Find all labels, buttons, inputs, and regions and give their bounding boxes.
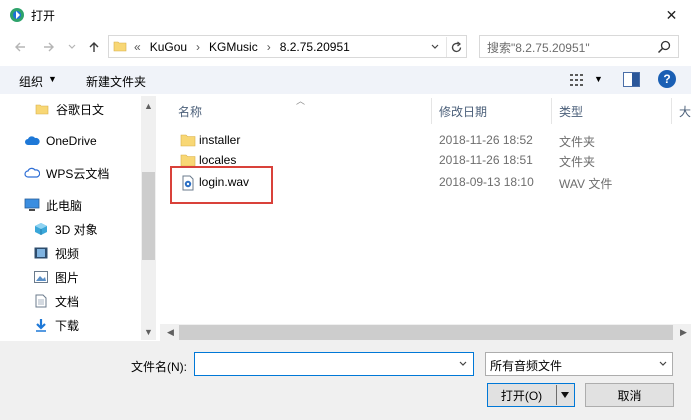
filename-label: 文件名(N): [131, 360, 187, 374]
scroll-left-icon[interactable]: ◀ [163, 324, 178, 341]
breadcrumb-kgmusic[interactable]: KGMusic [209, 40, 258, 54]
chevron-down-icon [431, 44, 439, 49]
scroll-right-icon[interactable]: ▶ [676, 324, 691, 341]
recent-locations-button[interactable] [62, 37, 82, 57]
file-row-installer[interactable]: installer 2018-11-26 18:52 文件夹 [170, 130, 691, 151]
filename-input[interactable] [194, 352, 474, 376]
breadcrumb-version[interactable]: 8.2.75.20951 [280, 40, 350, 54]
sort-ascending-icon: ︿ [296, 96, 306, 106]
nav-item-label: 文档 [55, 294, 80, 309]
nav-scrollbar-thumb[interactable] [142, 172, 155, 260]
nav-item-videos[interactable]: 视频 [33, 242, 79, 264]
nav-item-label: OneDrive [46, 134, 97, 148]
folder-icon [113, 39, 127, 53]
documents-icon [33, 293, 49, 309]
preview-pane-icon[interactable] [623, 72, 640, 87]
open-button[interactable]: 打开(O) [487, 383, 556, 407]
nav-item-this-pc[interactable]: 此电脑 [24, 194, 82, 216]
close-button[interactable]: ✕ [652, 0, 691, 30]
column-header-type[interactable]: 类型 [559, 103, 583, 120]
video-icon [33, 245, 49, 261]
cloud-icon [24, 133, 40, 149]
nav-scroll-down-icon[interactable]: ▼ [141, 323, 156, 340]
caret-down-icon [561, 392, 569, 398]
file-type-filter-value: 所有音频文件 [490, 359, 563, 373]
file-type: 文件夹 [559, 155, 596, 169]
organize-button[interactable]: 组织 [19, 73, 43, 90]
search-icon[interactable] [656, 39, 672, 55]
back-button[interactable] [10, 37, 30, 57]
nav-item-documents[interactable]: 文档 [33, 290, 79, 312]
download-icon [33, 317, 49, 333]
breadcrumb-separator[interactable]: › [267, 40, 271, 54]
wps-cloud-icon [24, 165, 40, 181]
organize-dropdown-icon[interactable]: ▼ [48, 74, 57, 84]
window-title: 打开 [31, 9, 56, 23]
column-divider[interactable] [431, 98, 432, 124]
folder-icon [34, 101, 50, 117]
file-type: WAV 文件 [559, 177, 613, 191]
file-modified: 2018-09-13 18:10 [439, 175, 534, 189]
folder-icon [180, 133, 196, 148]
app-icon [9, 7, 25, 23]
column-divider[interactable] [551, 98, 552, 124]
arrow-up-icon [89, 42, 99, 52]
file-type: 文件夹 [559, 135, 596, 149]
chevron-down-icon [459, 361, 467, 366]
open-split-divider [556, 385, 557, 405]
view-dropdown-icon[interactable]: ▼ [594, 74, 603, 84]
view-options-icon[interactable] [569, 73, 589, 87]
nav-item-wps-cloud[interactable]: WPS云文档 [24, 162, 109, 184]
arrow-left-icon [15, 42, 25, 52]
nav-item-downloads[interactable]: 下载 [33, 314, 79, 336]
nav-item-pictures[interactable]: 图片 [33, 266, 79, 288]
column-header-modified[interactable]: 修改日期 [439, 103, 487, 120]
file-modified: 2018-11-26 18:52 [439, 133, 533, 147]
help-button[interactable]: ? [658, 70, 676, 88]
address-dropdown-button[interactable] [428, 38, 442, 55]
breadcrumb-separator[interactable]: › [196, 40, 200, 54]
nav-item-onedrive[interactable]: OneDrive [24, 130, 97, 152]
search-placeholder: 搜索"8.2.75.20951" [487, 41, 590, 55]
annotation-highlight-box [170, 166, 273, 204]
nav-item-label: 谷歌日文 [56, 102, 105, 117]
column-header-name[interactable]: 名称 [178, 103, 202, 120]
up-button[interactable] [84, 37, 104, 57]
title-bar [0, 0, 691, 30]
nav-item-label: 视频 [55, 246, 80, 261]
chevron-down-icon [68, 44, 76, 49]
close-icon: ✕ [665, 6, 678, 23]
nav-item-label: 图片 [55, 270, 80, 285]
arrow-right-icon [44, 42, 54, 52]
file-name: locales [199, 153, 237, 167]
refresh-icon [451, 41, 462, 52]
file-name: installer [199, 133, 241, 147]
chevron-down-icon [659, 361, 667, 366]
new-folder-button[interactable]: 新建文件夹 [86, 73, 146, 90]
horizontal-scrollbar-thumb[interactable] [179, 325, 673, 340]
column-divider[interactable] [671, 98, 672, 124]
filter-dropdown-button[interactable] [656, 357, 670, 371]
open-options-button[interactable] [558, 389, 572, 401]
nav-item-label: 3D 对象 [55, 222, 98, 237]
nav-item-google-japanese[interactable]: 谷歌日文 [34, 98, 104, 120]
nav-item-label: 此电脑 [46, 198, 83, 213]
forward-button[interactable] [39, 37, 59, 57]
breadcrumb: « KuGou › KGMusic › 8.2.75.20951 [134, 39, 350, 55]
cancel-button[interactable]: 取消 [585, 383, 674, 407]
nav-item-label: 下载 [55, 318, 80, 333]
column-header-size[interactable]: 大 [679, 103, 691, 120]
breadcrumb-kugou[interactable]: KuGou [150, 40, 187, 54]
file-modified: 2018-11-26 18:51 [439, 153, 533, 167]
pictures-icon [33, 269, 49, 285]
breadcrumb-overflow[interactable]: « [134, 40, 141, 54]
refresh-button[interactable] [446, 37, 466, 57]
nav-item-label: WPS云文档 [46, 166, 110, 181]
nav-item-3d-objects[interactable]: 3D 对象 [33, 218, 98, 240]
nav-scroll-up-icon[interactable]: ▲ [141, 97, 156, 114]
computer-icon [24, 197, 40, 213]
filename-dropdown-button[interactable] [456, 357, 470, 371]
3d-objects-icon [33, 221, 49, 237]
